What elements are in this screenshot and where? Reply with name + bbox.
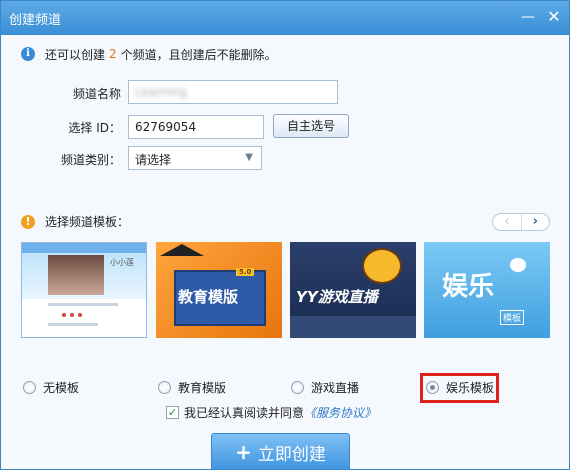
warning-icon: ! <box>21 214 35 229</box>
channel-name-input[interactable]: Learning <box>128 80 338 104</box>
radio-education[interactable] <box>158 381 171 394</box>
agreement-row: ✓ 我已经认真阅读并同意 《服务协议》 <box>166 404 376 421</box>
minimize-button[interactable]: — <box>517 6 539 28</box>
dialog-body: i 还可以创建 2 个频道，且创建后不能删除。 频道名称 Learning 选择… <box>1 35 569 469</box>
thumb-text-line <box>48 323 98 326</box>
radio-none[interactable] <box>23 381 36 394</box>
thumb-user-name: 小小莲 <box>110 258 134 267</box>
template-option-game[interactable]: 游戏直播 <box>291 379 359 396</box>
thumb-gift-dot <box>62 313 66 317</box>
chevron-down-icon: ▼ <box>245 152 253 163</box>
template-thumb-none[interactable]: 小小莲 <box>21 242 147 338</box>
channel-type-label: 频道类别： <box>61 153 122 167</box>
template-option-none[interactable]: 无模板 <box>23 379 79 396</box>
template-thumb-game[interactable]: YY游戏直播 <box>290 242 416 338</box>
agreement-checkbox[interactable]: ✓ <box>166 406 179 419</box>
radio-entertainment[interactable] <box>426 381 439 394</box>
info-icon: i <box>21 47 35 61</box>
channel-name-label: 频道名称 <box>72 87 121 101</box>
thumb-game-title: YY游戏直播 <box>296 288 378 306</box>
info-suffix: 个频道，且创建后不能删除。 <box>120 47 277 62</box>
thumb-gift-dot <box>70 313 74 317</box>
thumb-education-title: 教育模版 <box>178 288 239 306</box>
thumb-text-line <box>48 303 118 306</box>
template-label-education: 教育模版 <box>178 381 227 395</box>
channel-name-value: Learning <box>135 85 188 99</box>
template-heading-text: 选择频道模板： <box>45 215 130 229</box>
channel-id-input[interactable]: 62769054 <box>128 115 264 139</box>
speech-bubble-icon <box>510 258 526 272</box>
info-prefix: 还可以创建 <box>45 47 106 62</box>
template-thumb-education[interactable]: 5.0 教育模版 <box>156 242 282 338</box>
window-title: 创建频道 <box>9 13 62 28</box>
create-channel-dialog: 创建频道 — ✕ i 还可以创建 2 个频道，且创建后不能删除。 频道名称 Le… <box>0 0 570 470</box>
agreement-text: 我已经认真阅读并同意 <box>184 406 305 420</box>
template-pager: ‹ › <box>492 213 550 231</box>
thumb-header-bar <box>22 243 146 253</box>
thumb-entertainment-title: 娱乐 <box>442 272 495 302</box>
template-thumb-entertainment[interactable]: 娱乐 模板 <box>424 242 550 338</box>
thumb-footer-stripe <box>290 316 416 338</box>
plus-icon: + <box>235 440 252 464</box>
pick-number-button[interactable]: 自主选号 <box>273 114 349 138</box>
mascot-icon <box>362 248 402 284</box>
channel-id-label: 选择 ID： <box>68 121 121 135</box>
channel-type-value: 请选择 <box>135 153 172 167</box>
thumb-avatar-photo <box>48 255 104 295</box>
graduation-cap-icon <box>160 244 204 256</box>
template-option-entertainment[interactable]: 娱乐模板 <box>426 379 494 396</box>
service-agreement-link[interactable]: 《服务协议》 <box>304 404 376 421</box>
channel-type-select[interactable]: 请选择 ▼ <box>128 146 262 170</box>
radio-game[interactable] <box>291 381 304 394</box>
remaining-count: 2 <box>109 47 117 61</box>
pager-prev-button[interactable]: ‹ <box>493 214 522 230</box>
info-notice: i 还可以创建 2 个频道，且创建后不能删除。 <box>21 46 277 62</box>
thumb-gift-dot <box>78 313 82 317</box>
title-bar: 创建频道 — ✕ <box>1 1 569 35</box>
create-now-button[interactable]: + 立即创建 <box>211 433 350 469</box>
version-badge: 5.0 <box>236 268 255 276</box>
template-label-entertainment: 娱乐模板 <box>446 381 495 395</box>
thumb-template-tag: 模板 <box>500 310 525 325</box>
close-button[interactable]: ✕ <box>543 6 565 28</box>
template-heading: ! 选择频道模板： <box>21 213 129 230</box>
create-now-label: 立即创建 <box>257 444 326 465</box>
template-label-game: 游戏直播 <box>311 381 360 395</box>
template-label-none: 无模板 <box>43 381 80 395</box>
template-option-education[interactable]: 教育模版 <box>158 379 226 396</box>
pager-next-button[interactable]: › <box>522 214 550 230</box>
